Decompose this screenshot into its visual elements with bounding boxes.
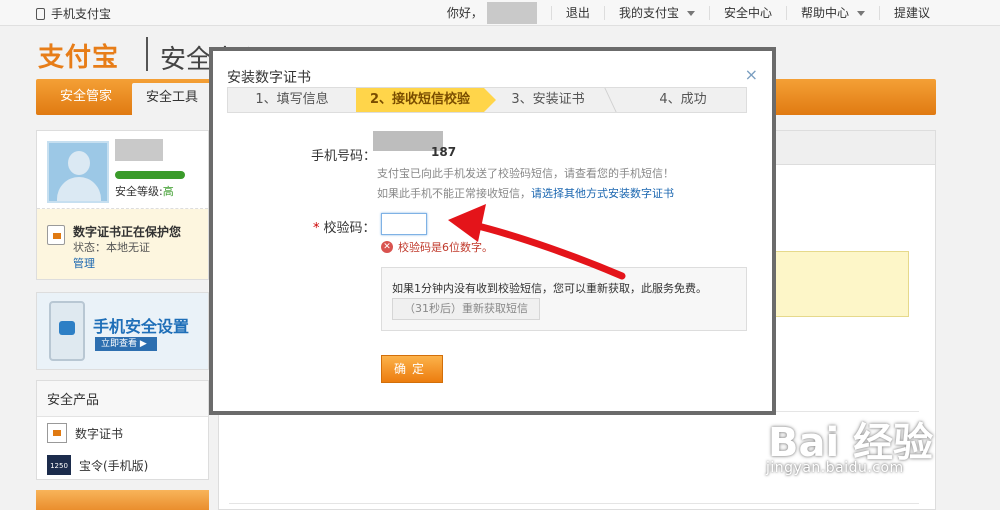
step-4: 4、成功: [659, 92, 707, 107]
resend-sms-button[interactable]: （31秒后）重新获取短信: [392, 298, 540, 320]
cert-manage-link[interactable]: 管理: [73, 255, 95, 271]
logo-divider: [146, 37, 148, 71]
required-mark: *: [313, 221, 320, 236]
mobile-alipay-label: 手机支付宝: [51, 7, 112, 21]
profile-top: 安全等级:高: [37, 131, 208, 209]
verification-code-input[interactable]: [381, 213, 427, 235]
my-alipay-menu[interactable]: 我的支付宝: [603, 6, 709, 20]
step-1: 1、填写信息: [255, 92, 329, 107]
products-heading: 安全产品: [37, 381, 208, 417]
security-level-bar: [115, 171, 185, 179]
error-icon: ✕: [381, 241, 393, 253]
promo-banner[interactable]: [36, 490, 209, 510]
cert-title: 数字证书正在保护您: [73, 225, 182, 239]
sms-sent-hint: 支付宝已向此手机发送了校验码短信，请查看您的手机短信！: [377, 167, 674, 180]
left-sidebar: 安全等级:高 数字证书正在保护您 状态：本地无证 管理 手机安全设置 立即查看 …: [36, 130, 209, 510]
greeting-text: 你好，: [446, 6, 483, 20]
top-nav: 你好， 退出 我的支付宝 安全中心 帮助中心 提建议: [433, 0, 944, 26]
dialog-body: 安装数字证书 × 1、填写信息 2、接收短信校验 3、安装证书 4、成功 手机号…: [213, 51, 772, 411]
greeting: 你好，: [433, 2, 551, 24]
code-label: * 校验码：: [313, 217, 376, 236]
certificate-icon: [47, 423, 67, 443]
dialog-title: 安装数字证书: [227, 70, 311, 86]
step-progress: 1、填写信息 2、接收短信校验 3、安装证书 4、成功: [227, 87, 747, 113]
code-label-text: 校验码：: [323, 221, 376, 236]
divider: [229, 503, 919, 504]
security-level-value: 高: [162, 185, 174, 198]
phone-label: 手机号码：: [311, 149, 377, 164]
phone-lock-icon: [49, 301, 85, 361]
product-label: 宝令(手机版): [79, 458, 149, 473]
promo-title: 手机安全设置: [93, 317, 190, 336]
help-center-menu[interactable]: 帮助中心: [785, 6, 879, 20]
chevron-down-icon: [856, 10, 865, 16]
tab-security-tools[interactable]: 安全工具: [132, 83, 213, 115]
notice-box: [769, 251, 909, 317]
code-error: ✕ 校验码是6位数字。: [381, 239, 493, 255]
close-icon[interactable]: ×: [745, 65, 758, 84]
watermark-url: jingyan.baidu.com: [766, 460, 904, 476]
alt-method-hint: 如果此手机不能正常接收短信，请选择其他方式安装数字证书: [377, 185, 674, 201]
resend-box: 如果1分钟内没有收到校验短信，您可以重新获取，此服务免费。 （31秒后）重新获取…: [381, 267, 747, 331]
chevron-down-icon: [686, 10, 695, 16]
security-center-link[interactable]: 安全中心: [708, 6, 786, 20]
tab-security-manager[interactable]: 安全管家: [46, 79, 126, 115]
baidu-watermark: Bai 经验 jingyan.baidu.com: [760, 408, 960, 498]
profile-card: 安全等级:高 数字证书正在保护您 状态：本地无证 管理: [36, 130, 209, 280]
security-level-label: 安全等级:: [115, 185, 163, 198]
my-alipay-label: 我的支付宝: [618, 6, 679, 20]
help-center-label: 帮助中心: [800, 6, 849, 20]
alipay-logo[interactable]: 支付宝: [38, 37, 119, 74]
install-cert-dialog: 安装数字证书 × 1、填写信息 2、接收短信校验 3、安装证书 4、成功 手机号…: [209, 47, 776, 415]
mobile-security-promo[interactable]: 手机安全设置 立即查看 ▶: [36, 292, 209, 370]
security-products: 安全产品 数字证书 1250 宝令(手机版): [36, 380, 209, 480]
phone-icon: [36, 7, 45, 20]
confirm-button[interactable]: 确定: [381, 355, 443, 383]
phone-value: 187: [431, 145, 457, 159]
product-digital-cert[interactable]: 数字证书: [37, 417, 208, 449]
feedback-link[interactable]: 提建议: [878, 6, 944, 20]
username-redacted: [486, 2, 537, 24]
top-bar: 手机支付宝 你好， 退出 我的支付宝 安全中心 帮助中心 提建议: [0, 0, 1000, 26]
logout-link[interactable]: 退出: [550, 6, 604, 20]
security-level: 安全等级:高: [115, 183, 174, 199]
cert-status: 状态：本地无证: [73, 241, 150, 254]
alt-method-text: 如果此手机不能正常接收短信，: [377, 187, 531, 200]
username-redacted: [115, 139, 163, 161]
security-center-label: 安全中心: [723, 6, 772, 20]
step-3: 3、安装证书: [511, 92, 585, 107]
certificate-icon: [47, 225, 65, 245]
step-2-active: 2、接收短信校验: [356, 88, 496, 112]
logout-label: 退出: [565, 6, 590, 20]
feedback-label: 提建议: [893, 6, 930, 20]
resend-info: 如果1分钟内没有收到校验短信，您可以重新获取，此服务免费。: [392, 282, 707, 295]
promo-view-button[interactable]: 立即查看 ▶: [95, 337, 157, 351]
product-mobile-token[interactable]: 1250 宝令(手机版): [37, 449, 208, 481]
alt-method-link[interactable]: 请选择其他方式安装数字证书: [531, 187, 674, 200]
mobile-alipay-link[interactable]: 手机支付宝: [36, 5, 111, 22]
product-label: 数字证书: [75, 426, 124, 441]
error-text: 校验码是6位数字。: [398, 241, 493, 254]
avatar[interactable]: [47, 141, 109, 203]
token-icon: 1250: [47, 455, 71, 475]
